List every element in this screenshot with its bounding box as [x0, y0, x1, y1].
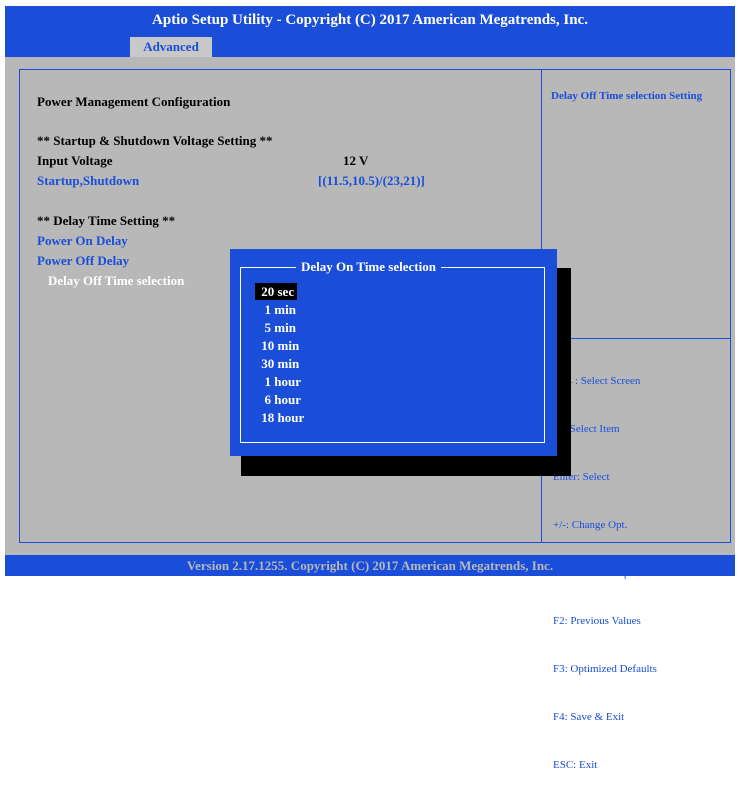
key-help-item: +/-: Change Opt. [553, 519, 628, 531]
voltage-heading: ** Startup & Shutdown Voltage Setting ** [37, 133, 273, 148]
tab-advanced[interactable]: Advanced [130, 37, 212, 57]
key-help-item: F3: Optimized Defaults [553, 663, 657, 675]
section-title: Power Management Configuration [37, 94, 231, 109]
footer-version: Version 2.17.1255. Copyright (C) 2017 Am… [5, 555, 735, 576]
delay-heading: ** Delay Time Setting ** [37, 213, 176, 228]
key-help-item: F4: Save & Exit [553, 711, 625, 723]
option-item[interactable]: 5 min [255, 319, 299, 336]
input-voltage-value: 12 V [343, 153, 369, 168]
delay-popup: Delay On Time selection 20 sec 1 min 5 m… [230, 249, 557, 456]
power-off-delay-label[interactable]: Power Off Delay [37, 253, 129, 269]
power-on-delay-label[interactable]: Power On Delay [37, 233, 128, 249]
option-item[interactable]: 6 hour [255, 391, 304, 408]
startup-shutdown-value[interactable]: [(11.5,10.5)/(23,21)] [318, 173, 425, 189]
option-item[interactable]: 20 sec [255, 283, 298, 300]
delay-off-time-label[interactable]: Delay Off Time selection [48, 273, 184, 289]
bios-screen: Aptio Setup Utility - Copyright (C) 2017… [5, 6, 735, 771]
key-help-item: F2: Previous Values [553, 615, 641, 627]
option-item[interactable]: 1 min [255, 301, 299, 318]
option-item[interactable]: 10 min [255, 337, 302, 354]
tab-bar: Advanced [5, 35, 735, 57]
option-item[interactable]: 30 min [255, 355, 302, 372]
title-bar: Aptio Setup Utility - Copyright (C) 2017… [5, 6, 735, 35]
key-help-item: ESC: Exit [553, 759, 598, 771]
startup-shutdown-label[interactable]: Startup,Shutdown [37, 173, 139, 189]
popup-title: Delay On Time selection [296, 259, 441, 275]
help-description: Delay Off Time selection Setting [551, 90, 703, 102]
option-item[interactable]: 1 hour [255, 373, 304, 390]
option-item[interactable]: 18 hour [255, 409, 307, 426]
input-voltage-label: Input Voltage [37, 153, 113, 168]
